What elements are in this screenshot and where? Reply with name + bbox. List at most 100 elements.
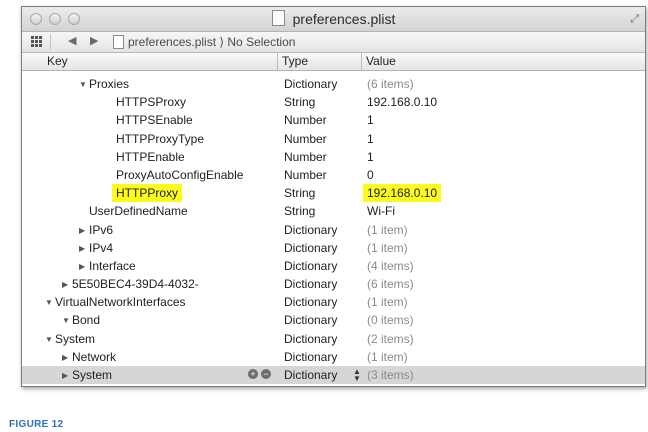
row-value[interactable]: (1 item) — [367, 223, 408, 237]
row-key[interactable]: ProxyAutoConfigEnable — [106, 168, 243, 182]
plist-row[interactable]: ▶ Network Dictionary (1 item) — [22, 348, 645, 366]
row-key[interactable]: ▶ IPv4 — [79, 241, 113, 255]
row-key[interactable]: UserDefinedName — [79, 204, 188, 218]
row-value[interactable]: 1 — [367, 150, 374, 164]
disclosure-open-icon[interactable]: ▼ — [79, 80, 89, 89]
disclosure-closed-icon[interactable]: ▶ — [62, 371, 72, 380]
row-type[interactable]: Dictionary — [284, 368, 337, 382]
plist-row[interactable]: ▼ System Dictionary (2 items) — [22, 330, 645, 348]
row-type[interactable]: Dictionary — [284, 277, 337, 291]
row-value[interactable]: 192.168.0.10 — [367, 95, 437, 109]
plist-row[interactable]: ▶ IPv6 Dictionary (1 item) — [22, 221, 645, 239]
column-header-value[interactable]: Value — [366, 54, 396, 68]
plist-row[interactable]: HTTPProxy String 192.168.0.10 — [22, 184, 645, 203]
grid-icon[interactable] — [31, 36, 42, 47]
row-value[interactable]: 1 — [367, 113, 374, 127]
plist-row[interactable]: ▼ Bond Dictionary (0 items) — [22, 311, 645, 329]
plist-row[interactable]: ▶ 5E50BEC4-39D4-4032- Dictionary (6 items) — [22, 275, 645, 293]
row-type[interactable]: Number — [284, 150, 327, 164]
row-value[interactable]: (6 items) — [367, 77, 414, 91]
plist-row[interactable]: HTTPProxyType Number 1 — [22, 130, 645, 148]
disclosure-closed-icon[interactable]: ▶ — [79, 226, 89, 235]
column-divider[interactable] — [361, 53, 362, 70]
row-key[interactable]: ▶ 5E50BEC4-39D4-4032- — [62, 277, 199, 291]
fullscreen-icon[interactable]: ⤢ — [630, 13, 639, 26]
row-type[interactable]: String — [284, 186, 315, 200]
plist-row[interactable]: ▼ Proxies Dictionary (6 items) — [22, 75, 645, 93]
row-value[interactable]: (2 items) — [367, 332, 414, 346]
row-key[interactable]: HTTPSProxy — [106, 95, 186, 109]
row-value[interactable]: (1 item) — [367, 295, 408, 309]
row-key-label: HTTPProxyType — [116, 131, 205, 146]
type-popup-stepper-icon[interactable]: ▲ ▼ — [353, 368, 361, 383]
row-type[interactable]: Dictionary — [284, 241, 337, 255]
row-key[interactable]: HTTPSEnable — [106, 113, 193, 127]
plist-row[interactable]: ▶ Interface Dictionary (4 items) — [22, 257, 645, 275]
add-row-icon[interactable]: + — [248, 369, 258, 379]
disclosure-closed-icon[interactable]: ▶ — [62, 280, 72, 289]
row-type[interactable]: Number — [284, 132, 327, 146]
row-key[interactable]: ▼ System — [45, 332, 95, 346]
column-header-type[interactable]: Type — [282, 54, 308, 68]
plist-row[interactable]: HTTPEnable Number 1 — [22, 148, 645, 166]
row-value-text: (3 items) — [367, 368, 414, 382]
jump-bar-separator — [50, 34, 51, 50]
row-type[interactable]: Dictionary — [284, 77, 337, 91]
disclosure-open-icon[interactable]: ▼ — [45, 335, 55, 344]
row-type[interactable]: Dictionary — [284, 223, 337, 237]
plist-row[interactable]: ProxyAutoConfigEnable Number 0 — [22, 166, 645, 184]
title-bar[interactable]: preferences.plist ⤢ — [22, 7, 645, 32]
document-icon — [271, 10, 285, 26]
plist-row[interactable]: ▶ IPv4 Dictionary (1 item) — [22, 239, 645, 257]
disclosure-open-icon[interactable]: ▼ — [62, 316, 72, 325]
row-key-label: HTTPSEnable — [116, 113, 193, 128]
row-key[interactable]: ▶ IPv6 — [79, 223, 113, 237]
row-value-text: 0 — [367, 167, 374, 182]
row-value[interactable]: 0 — [367, 168, 374, 182]
row-type[interactable]: String — [284, 95, 315, 109]
row-type[interactable]: Dictionary — [284, 350, 337, 364]
row-type[interactable]: String — [284, 204, 315, 218]
remove-row-icon[interactable]: − — [261, 369, 271, 379]
row-type[interactable]: Dictionary — [284, 313, 337, 327]
row-key[interactable]: ▼ Bond — [62, 313, 100, 327]
forward-icon[interactable]: ▶ — [90, 34, 98, 47]
row-value[interactable]: (4 items) — [367, 259, 414, 273]
disclosure-closed-icon[interactable]: ▶ — [62, 353, 72, 362]
row-value[interactable]: (1 item) — [367, 241, 408, 255]
plist-row[interactable]: HTTPSProxy String 192.168.0.10 — [22, 93, 645, 111]
row-type[interactable]: Dictionary — [284, 295, 337, 309]
row-key[interactable]: ▶ System — [62, 368, 112, 382]
disclosure-open-icon[interactable]: ▼ — [45, 298, 55, 307]
row-value[interactable]: (6 items) — [367, 277, 414, 291]
column-header-key[interactable]: Key — [47, 54, 68, 68]
row-key[interactable]: ▼ Proxies — [79, 77, 129, 91]
row-key[interactable]: ▶ Interface — [79, 259, 136, 273]
row-value-text: (0 items) — [367, 313, 414, 328]
row-value[interactable]: 192.168.0.10 — [363, 184, 442, 203]
row-key[interactable]: ▶ Network — [62, 350, 116, 364]
row-value[interactable]: Wi-Fi — [367, 204, 395, 218]
plist-row[interactable]: ▶ System + − Dictionary ▲ ▼ (3 items) — [22, 366, 645, 385]
row-key[interactable]: HTTPEnable — [106, 150, 185, 164]
row-value[interactable]: (3 items) — [367, 368, 414, 382]
row-type[interactable]: Number — [284, 168, 327, 182]
row-value[interactable]: (0 items) — [367, 313, 414, 327]
disclosure-closed-icon[interactable]: ▶ — [79, 244, 89, 253]
row-type[interactable]: Dictionary — [284, 259, 337, 273]
row-key[interactable]: HTTPProxy — [106, 184, 183, 203]
back-icon[interactable]: ◀ — [68, 34, 76, 47]
row-key-label: HTTPSProxy — [116, 95, 187, 110]
plist-row[interactable]: UserDefinedName String Wi-Fi — [22, 202, 645, 220]
row-value[interactable]: (1 item) — [367, 350, 408, 364]
row-value[interactable]: 1 — [367, 132, 374, 146]
breadcrumb[interactable]: preferences.plist ⟩ No Selection — [128, 35, 295, 49]
plist-row[interactable]: ▼ VirtualNetworkInterfaces Dictionary (1 it… — [22, 293, 645, 311]
row-key[interactable]: HTTPProxyType — [106, 132, 204, 146]
row-type[interactable]: Dictionary — [284, 332, 337, 346]
column-divider[interactable] — [277, 53, 278, 70]
plist-row[interactable]: HTTPSEnable Number 1 — [22, 111, 645, 129]
disclosure-closed-icon[interactable]: ▶ — [79, 262, 89, 271]
row-key[interactable]: ▼ VirtualNetworkInterfaces — [45, 295, 186, 309]
row-type[interactable]: Number — [284, 113, 327, 127]
